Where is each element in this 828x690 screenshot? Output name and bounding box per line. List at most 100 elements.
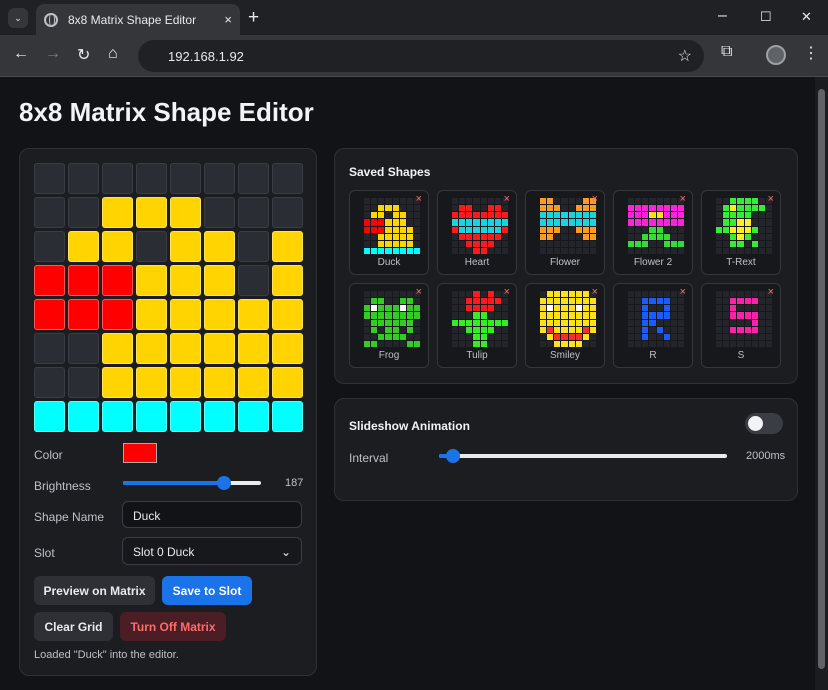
grid-cell[interactable] xyxy=(136,367,167,398)
scrollbar[interactable] xyxy=(815,77,828,690)
grid-cell[interactable] xyxy=(272,299,303,330)
grid-cell[interactable] xyxy=(68,231,99,262)
grid-cell[interactable] xyxy=(68,333,99,364)
delete-shape-icon[interactable]: × xyxy=(680,193,686,205)
interval-knob[interactable] xyxy=(446,449,461,463)
grid-cell[interactable] xyxy=(102,299,133,330)
delete-shape-icon[interactable]: × xyxy=(504,286,510,298)
extensions-icon[interactable]: ⧉ xyxy=(721,43,732,61)
tab-search-button[interactable]: ⌄ xyxy=(8,8,28,28)
saved-shape-card[interactable]: × Smiley xyxy=(525,283,605,368)
saved-shape-card[interactable]: × Flower xyxy=(525,190,605,275)
grid-cell[interactable] xyxy=(170,197,201,228)
grid-cell[interactable] xyxy=(238,333,269,364)
saved-shape-card[interactable]: × S xyxy=(701,283,781,368)
grid-cell[interactable] xyxy=(34,333,65,364)
grid-cell[interactable] xyxy=(102,197,133,228)
grid-cell[interactable] xyxy=(34,401,65,432)
grid-cell[interactable] xyxy=(102,401,133,432)
home-icon[interactable]: ⌂ xyxy=(108,45,118,63)
grid-cell[interactable] xyxy=(272,197,303,228)
color-picker[interactable] xyxy=(123,443,157,463)
grid-cell[interactable] xyxy=(204,197,235,228)
slot-select[interactable]: Slot 0 Duck ⌄ xyxy=(122,537,302,565)
saved-shape-card[interactable]: × Heart xyxy=(437,190,517,275)
delete-shape-icon[interactable]: × xyxy=(768,286,774,298)
scrollbar-thumb[interactable] xyxy=(818,89,825,669)
delete-shape-icon[interactable]: × xyxy=(768,193,774,205)
grid-cell[interactable] xyxy=(68,401,99,432)
delete-shape-icon[interactable]: × xyxy=(504,193,510,205)
grid-cell[interactable] xyxy=(204,367,235,398)
grid-cell[interactable] xyxy=(170,333,201,364)
minimize-button[interactable]: – xyxy=(718,7,727,25)
forward-icon[interactable]: → xyxy=(45,45,61,63)
grid-cell[interactable] xyxy=(204,401,235,432)
grid-cell[interactable] xyxy=(34,367,65,398)
close-tab-icon[interactable]: × xyxy=(224,12,232,27)
brightness-knob[interactable] xyxy=(217,476,232,490)
grid-cell[interactable] xyxy=(68,163,99,194)
saved-shape-card[interactable]: × Tulip xyxy=(437,283,517,368)
grid-cell[interactable] xyxy=(68,197,99,228)
clear-grid-button[interactable]: Clear Grid xyxy=(34,612,113,641)
grid-cell[interactable] xyxy=(136,265,167,296)
saved-shape-card[interactable]: × T-Rext xyxy=(701,190,781,275)
grid-cell[interactable] xyxy=(272,265,303,296)
url-input[interactable]: 192.168.1.92 ☆ xyxy=(138,40,704,72)
grid-cell[interactable] xyxy=(136,231,167,262)
grid-cell[interactable] xyxy=(136,333,167,364)
grid-cell[interactable] xyxy=(102,367,133,398)
grid-cell[interactable] xyxy=(238,163,269,194)
delete-shape-icon[interactable]: × xyxy=(416,286,422,298)
delete-shape-icon[interactable]: × xyxy=(592,193,598,205)
grid-cell[interactable] xyxy=(34,163,65,194)
grid-cell[interactable] xyxy=(170,163,201,194)
maximize-button[interactable]: ☐ xyxy=(760,9,772,25)
saved-shape-card[interactable]: × Flower 2 xyxy=(613,190,693,275)
browser-tab[interactable]: 8x8 Matrix Shape Editor × xyxy=(36,4,240,35)
pixel-grid[interactable] xyxy=(34,163,303,432)
brightness-slider[interactable] xyxy=(123,476,261,490)
delete-shape-icon[interactable]: × xyxy=(592,286,598,298)
grid-cell[interactable] xyxy=(102,265,133,296)
grid-cell[interactable] xyxy=(136,197,167,228)
delete-shape-icon[interactable]: × xyxy=(416,193,422,205)
grid-cell[interactable] xyxy=(272,231,303,262)
grid-cell[interactable] xyxy=(272,367,303,398)
star-icon[interactable]: ☆ xyxy=(678,46,692,66)
interval-slider[interactable] xyxy=(439,449,727,463)
delete-shape-icon[interactable]: × xyxy=(680,286,686,298)
grid-cell[interactable] xyxy=(136,163,167,194)
reload-icon[interactable]: ↻ xyxy=(77,45,90,65)
back-icon[interactable]: ← xyxy=(13,45,29,63)
grid-cell[interactable] xyxy=(238,231,269,262)
grid-cell[interactable] xyxy=(170,367,201,398)
grid-cell[interactable] xyxy=(272,333,303,364)
grid-cell[interactable] xyxy=(238,197,269,228)
grid-cell[interactable] xyxy=(34,197,65,228)
saved-shape-card[interactable]: × Frog xyxy=(349,283,429,368)
grid-cell[interactable] xyxy=(238,265,269,296)
grid-cell[interactable] xyxy=(136,299,167,330)
grid-cell[interactable] xyxy=(204,299,235,330)
grid-cell[interactable] xyxy=(68,367,99,398)
grid-cell[interactable] xyxy=(170,231,201,262)
grid-cell[interactable] xyxy=(170,299,201,330)
grid-cell[interactable] xyxy=(102,333,133,364)
save-to-slot-button[interactable]: Save to Slot xyxy=(162,576,252,605)
window-close-button[interactable]: ✕ xyxy=(801,9,812,25)
grid-cell[interactable] xyxy=(34,231,65,262)
avatar[interactable] xyxy=(766,45,786,65)
grid-cell[interactable] xyxy=(238,401,269,432)
grid-cell[interactable] xyxy=(272,163,303,194)
grid-cell[interactable] xyxy=(170,401,201,432)
saved-shape-card[interactable]: × R xyxy=(613,283,693,368)
slideshow-toggle[interactable] xyxy=(745,413,783,434)
grid-cell[interactable] xyxy=(238,299,269,330)
grid-cell[interactable] xyxy=(272,401,303,432)
new-tab-button[interactable]: + xyxy=(248,7,259,29)
turn-off-button[interactable]: Turn Off Matrix xyxy=(120,612,226,641)
grid-cell[interactable] xyxy=(204,265,235,296)
grid-cell[interactable] xyxy=(136,401,167,432)
